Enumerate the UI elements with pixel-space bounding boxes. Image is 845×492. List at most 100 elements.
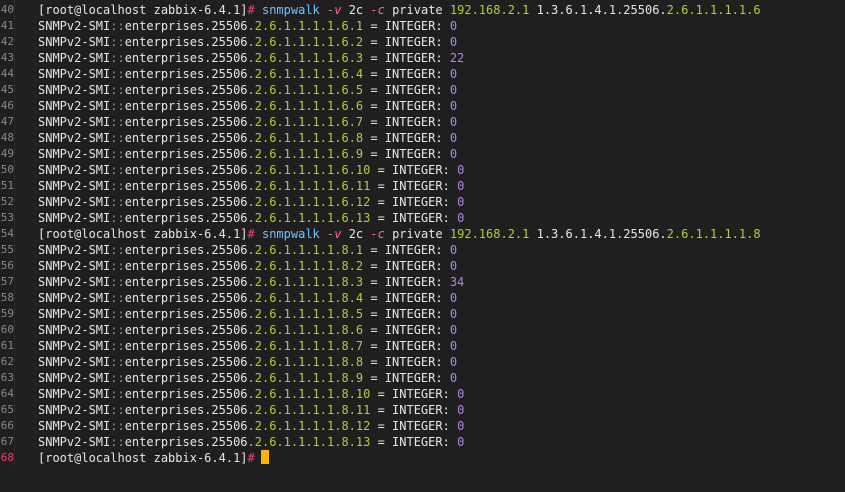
output-line: 62 SNMPv2-SMI::enterprises.25506.2.6.1.1.… [0, 354, 845, 370]
mib-separator: :: [110, 387, 125, 401]
oid-base: enterprises.25506 [124, 163, 248, 177]
oid-base: enterprises.25506 [124, 387, 248, 401]
oid-tail: .2.6.1.1.1.1.6.13 [247, 211, 371, 225]
output-line-content: SNMPv2-SMI::enterprises.25506.2.6.1.1.1.… [38, 194, 464, 210]
oid-base: enterprises.25506 [124, 339, 248, 353]
mib-name: SNMPv2-SMI [38, 19, 111, 33]
command-line-content: [root@localhost zabbix-6.4.1]# snmpwalk … [38, 2, 761, 18]
output-line-content: SNMPv2-SMI::enterprises.25506.2.6.1.1.1.… [38, 402, 464, 418]
integer-value: 0 [449, 291, 458, 305]
current-prompt-line[interactable]: 68 [root@localhost zabbix-6.4.1]# [0, 450, 845, 466]
mib-name: SNMPv2-SMI [38, 99, 111, 113]
value-type: = INTEGER: [363, 147, 450, 161]
integer-value: 0 [449, 147, 458, 161]
output-line: 44 SNMPv2-SMI::enterprises.25506.2.6.1.1.… [0, 66, 845, 82]
output-line-content: SNMPv2-SMI::enterprises.25506.2.6.1.1.1.… [38, 82, 457, 98]
output-line: 43 SNMPv2-SMI::enterprises.25506.2.6.1.1.… [0, 50, 845, 66]
line-number: 42 [0, 35, 14, 48]
line-number: 51 [0, 179, 14, 192]
oid-tail: .2.6.1.1.1.1.8.3 [247, 275, 364, 289]
oid-tail: .2.6.1.1.1.1.8.11 [247, 403, 371, 417]
terminal-window[interactable]: 40 [root@localhost zabbix-6.4.1]# snmpwal… [0, 0, 845, 492]
shell-prompt: [root@localhost zabbix-6.4.1] [38, 451, 248, 465]
value-type: = INTEGER: [363, 115, 450, 129]
value-type: = INTEGER: [363, 35, 450, 49]
oid-tail: .2.6.1.1.1.1.8.12 [247, 419, 371, 433]
integer-value: 0 [449, 131, 458, 145]
oid-base: enterprises.25506 [124, 131, 248, 145]
output-line: 42 SNMPv2-SMI::enterprises.25506.2.6.1.1.… [0, 34, 845, 50]
value-type: = INTEGER: [370, 163, 458, 177]
output-line: 65 SNMPv2-SMI::enterprises.25506.2.6.1.1.… [0, 402, 845, 418]
mib-separator: :: [110, 147, 125, 161]
oid-tail: .2.6.1.1.1.1.6.1 [247, 19, 364, 33]
text-cursor[interactable] [260, 450, 269, 464]
mib-name: SNMPv2-SMI [38, 259, 111, 273]
oid-base: enterprises.25506 [124, 259, 248, 273]
output-line-content: SNMPv2-SMI::enterprises.25506.2.6.1.1.1.… [38, 386, 464, 402]
value-type: = INTEGER: [363, 83, 450, 97]
command-community-arg: private [392, 3, 443, 17]
oid-base: enterprises.25506 [124, 67, 248, 81]
mib-separator: :: [110, 211, 125, 225]
oid-tail: .2.6.1.1.1.1.8.2 [247, 259, 364, 273]
current-prompt-content[interactable]: [root@localhost zabbix-6.4.1]# [38, 450, 269, 466]
command-version-arg: 2c [348, 227, 364, 241]
integer-value: 0 [457, 435, 465, 449]
oid-tail: .2.6.1.1.1.1.8.7 [247, 339, 364, 353]
output-line: 56 SNMPv2-SMI::enterprises.25506.2.6.1.1.… [0, 258, 845, 274]
mib-name: SNMPv2-SMI [38, 371, 111, 385]
oid-tail: .2.6.1.1.1.1.8.10 [247, 387, 371, 401]
command-ip-arg: 192.168.2.1 [449, 227, 530, 241]
mib-name: SNMPv2-SMI [38, 403, 111, 417]
oid-base: enterprises.25506 [124, 243, 248, 257]
oid-base: enterprises.25506 [124, 99, 248, 113]
oid-base: enterprises.25506 [124, 291, 248, 305]
oid-base: enterprises.25506 [124, 83, 248, 97]
oid-base: enterprises.25506 [124, 19, 248, 33]
line-number: 62 [0, 355, 14, 368]
mib-separator: :: [110, 179, 125, 193]
line-number: 52 [0, 195, 14, 208]
output-line: 48 SNMPv2-SMI::enterprises.25506.2.6.1.1.… [0, 130, 845, 146]
mib-separator: :: [110, 403, 125, 417]
line-number: 43 [0, 51, 14, 64]
oid-tail: .2.6.1.1.1.1.8.8 [247, 355, 364, 369]
mib-separator: :: [110, 163, 125, 177]
oid-base: enterprises.25506 [124, 51, 248, 65]
oid-tail: .2.6.1.1.1.1.6.7 [247, 115, 364, 129]
value-type: = INTEGER: [363, 323, 450, 337]
prompt-hash: # [247, 227, 255, 241]
mib-name: SNMPv2-SMI [38, 83, 111, 97]
integer-value: 0 [457, 387, 465, 401]
oid-tail: .2.6.1.1.1.1.8.6 [247, 323, 364, 337]
integer-value: 0 [449, 355, 458, 369]
command-oid-suffix: 2.6.1.1.1.1.6 [666, 3, 761, 17]
integer-value: 0 [449, 83, 458, 97]
output-line-content: SNMPv2-SMI::enterprises.25506.2.6.1.1.1.… [38, 306, 457, 322]
mib-separator: :: [110, 323, 125, 337]
integer-value: 0 [449, 35, 458, 49]
command-oid-middle: .4.1.25506. [587, 227, 667, 241]
output-line-content: SNMPv2-SMI::enterprises.25506.2.6.1.1.1.… [38, 50, 464, 66]
output-line-content: SNMPv2-SMI::enterprises.25506.2.6.1.1.1.… [38, 258, 457, 274]
current-line-number: 68 [0, 451, 14, 464]
oid-tail: .2.6.1.1.1.1.8.13 [247, 435, 371, 449]
integer-value: 0 [449, 307, 458, 321]
oid-base: enterprises.25506 [124, 323, 248, 337]
mib-name: SNMPv2-SMI [38, 147, 111, 161]
oid-tail: .2.6.1.1.1.1.6.8 [247, 131, 364, 145]
output-line-content: SNMPv2-SMI::enterprises.25506.2.6.1.1.1.… [38, 274, 464, 290]
line-number: 53 [0, 211, 14, 224]
line-number: 45 [0, 83, 14, 96]
value-type: = INTEGER: [363, 99, 450, 113]
line-number: 48 [0, 131, 14, 144]
shell-prompt: [root@localhost zabbix-6.4.1] [38, 227, 248, 241]
output-line-content: SNMPv2-SMI::enterprises.25506.2.6.1.1.1.… [38, 114, 457, 130]
output-line: 59 SNMPv2-SMI::enterprises.25506.2.6.1.1.… [0, 306, 845, 322]
oid-base: enterprises.25506 [124, 307, 248, 321]
mib-separator: :: [110, 99, 125, 113]
output-line-content: SNMPv2-SMI::enterprises.25506.2.6.1.1.1.… [38, 242, 457, 258]
mib-separator: :: [110, 115, 125, 129]
mib-name: SNMPv2-SMI [38, 243, 111, 257]
